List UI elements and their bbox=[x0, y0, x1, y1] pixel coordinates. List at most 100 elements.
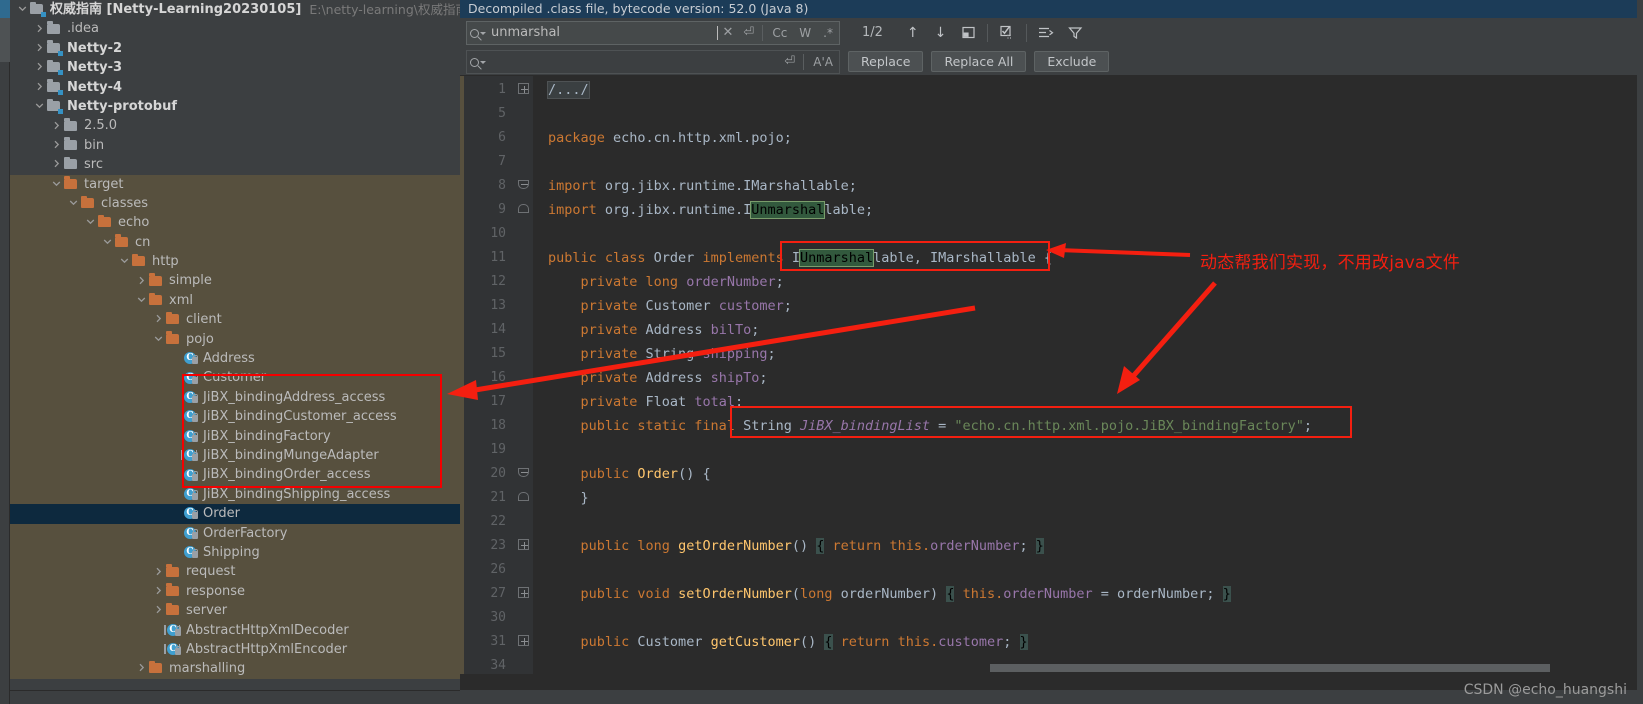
replace-input-wrapper[interactable]: ⏎ A'A bbox=[466, 49, 840, 74]
scrollbar-thumb[interactable] bbox=[990, 664, 1550, 672]
new-line-icon[interactable]: ⏎ bbox=[779, 54, 800, 69]
open-in-find-window-icon[interactable] bbox=[954, 25, 983, 40]
tree-row[interactable]: C JiBX_bindingMungeAdapter bbox=[10, 445, 460, 466]
tree-row[interactable]: C JiBX_bindingAddress_access bbox=[10, 387, 460, 408]
tree-row[interactable]: request bbox=[10, 562, 460, 582]
tree-row[interactable]: pojo bbox=[10, 329, 460, 350]
fold-region-end-icon[interactable] bbox=[518, 491, 531, 504]
code-editor[interactable]: 1 /.../ 5 6 package echo.cn.http.xml.pojo; 7 8… bbox=[460, 76, 1643, 674]
tool-window-stripe[interactable] bbox=[0, 0, 10, 704]
tree-row[interactable]: target bbox=[10, 174, 460, 194]
tree-row[interactable]: Netty-3 bbox=[10, 58, 460, 77]
tree-row[interactable]: C Address bbox=[10, 349, 460, 369]
tree-row[interactable]: Netty-2 bbox=[10, 39, 460, 58]
tree-row[interactable]: C JiBX_bindingCustomer_access bbox=[10, 407, 460, 427]
code-line[interactable]: 21 } bbox=[460, 486, 1643, 510]
horizontal-scrollbar[interactable] bbox=[533, 664, 1633, 672]
chevron-right-icon[interactable] bbox=[152, 601, 165, 620]
chevron-down-icon[interactable] bbox=[118, 252, 131, 271]
tree-row[interactable]: cn bbox=[10, 232, 460, 253]
tree-row[interactable]: C AbstractHttpXmlDecoder bbox=[10, 620, 460, 640]
replace-all-button[interactable]: Replace All bbox=[931, 51, 1027, 72]
chevron-down-icon[interactable] bbox=[101, 233, 114, 252]
chevron-right-icon[interactable] bbox=[152, 310, 165, 329]
exclude-button[interactable]: Exclude bbox=[1034, 51, 1110, 72]
search-icon[interactable] bbox=[467, 55, 489, 69]
code-line[interactable]: 11 public class Order implements IUnmarsh… bbox=[460, 246, 1643, 270]
chevron-right-icon[interactable] bbox=[50, 136, 63, 155]
code-line[interactable]: 20 public Order() { bbox=[460, 462, 1643, 486]
tree-row[interactable]: C JiBX_bindingFactory bbox=[10, 426, 460, 446]
code-line[interactable]: 22 bbox=[460, 510, 1643, 534]
chevron-right-icon[interactable] bbox=[33, 20, 46, 39]
chevron-right-icon[interactable] bbox=[50, 155, 63, 174]
fold-expand-icon[interactable] bbox=[518, 635, 531, 648]
search-input[interactable]: unmarshal bbox=[489, 25, 717, 40]
chevron-down-icon[interactable] bbox=[84, 213, 97, 232]
chevron-right-icon[interactable] bbox=[33, 78, 46, 97]
chevron-right-icon[interactable] bbox=[33, 39, 46, 58]
chevron-right-icon[interactable] bbox=[50, 117, 63, 136]
code-line[interactable]: 1 /.../ bbox=[460, 78, 1643, 102]
search-icon[interactable] bbox=[467, 26, 489, 40]
fold-expand-icon[interactable] bbox=[518, 587, 531, 600]
code-line[interactable]: 31 public Customer getCustomer() { retur… bbox=[460, 630, 1643, 654]
code-line[interactable]: 17 private Float total; bbox=[460, 390, 1643, 414]
chevron-down-icon[interactable] bbox=[152, 330, 165, 349]
tree-row[interactable]: Netty-protobuf bbox=[10, 97, 460, 116]
words-toggle[interactable]: W bbox=[793, 22, 817, 44]
fold-collapse-icon[interactable] bbox=[518, 467, 531, 480]
code-line[interactable]: 9 import org.jibx.runtime.IUnmarshallable… bbox=[460, 198, 1643, 222]
chevron-right-icon[interactable] bbox=[135, 659, 148, 678]
code-line[interactable]: 6 package echo.cn.http.xml.pojo; bbox=[460, 126, 1643, 150]
chevron-right-icon[interactable] bbox=[135, 272, 148, 291]
replace-button[interactable]: Replace bbox=[848, 51, 924, 72]
code-line[interactable]: 15 private String shipping; bbox=[460, 342, 1643, 366]
code-line[interactable]: 19 bbox=[460, 438, 1643, 462]
fold-expand-icon[interactable] bbox=[518, 539, 531, 552]
tree-row[interactable]: echo bbox=[10, 213, 460, 233]
search-input-wrapper[interactable]: unmarshal ✕ ⏎ Cc W .* bbox=[466, 20, 840, 45]
next-match-icon[interactable]: ↓ bbox=[927, 25, 955, 41]
code-line[interactable]: 5 bbox=[460, 102, 1643, 126]
chevron-right-icon[interactable] bbox=[152, 563, 165, 582]
filter-icon[interactable] bbox=[1061, 26, 1090, 40]
code-line[interactable]: 10 bbox=[460, 222, 1643, 246]
tree-row[interactable]: Netty-4 bbox=[10, 78, 460, 97]
code-line[interactable]: 16 private Address shipTo; bbox=[460, 366, 1643, 390]
prev-match-icon[interactable]: ↑ bbox=[899, 25, 927, 41]
tree-row[interactable]: C JiBX_bindingOrder_access bbox=[10, 465, 460, 485]
code-line[interactable]: 14 private Address bilTo; bbox=[460, 318, 1643, 342]
code-line[interactable]: 13 private Customer customer; bbox=[460, 294, 1643, 318]
tree-row[interactable]: classes bbox=[10, 193, 460, 214]
tree-row[interactable]: simple bbox=[10, 271, 460, 291]
tree-row[interactable]: C Order bbox=[10, 504, 460, 524]
tree-row[interactable]: marshalling bbox=[10, 659, 460, 679]
close-icon[interactable]: ✕ bbox=[718, 25, 739, 40]
tree-row[interactable]: response bbox=[10, 581, 460, 602]
chevron-down-icon[interactable] bbox=[67, 194, 80, 213]
tree-row[interactable]: C AbstractHttpXmlEncoder bbox=[10, 639, 460, 660]
chevron-down-icon[interactable] bbox=[33, 97, 46, 116]
code-line[interactable]: 18 public static final String JiBX_bindi… bbox=[460, 414, 1643, 438]
project-tab-stripe-active[interactable] bbox=[0, 0, 10, 18]
code-line[interactable]: 27 public void setOrderNumber(long order… bbox=[460, 582, 1643, 606]
chevron-down-icon[interactable] bbox=[50, 175, 63, 194]
tree-row[interactable]: xml bbox=[10, 290, 460, 311]
select-all-occurrences-icon[interactable] bbox=[992, 25, 1022, 40]
fold-region-end-icon[interactable] bbox=[518, 203, 531, 216]
tree-row[interactable]: src bbox=[10, 155, 460, 174]
filter-scope-icon[interactable] bbox=[1031, 26, 1061, 40]
chevron-right-icon[interactable] bbox=[152, 582, 165, 601]
chevron-down-icon[interactable] bbox=[135, 291, 148, 310]
project-tree[interactable]: 权威指南 [Netty-Learning20230105] E:\netty-le… bbox=[10, 0, 460, 704]
fold-collapse-icon[interactable] bbox=[518, 179, 531, 192]
tree-row[interactable]: C Shipping bbox=[10, 542, 460, 563]
code-line[interactable]: 23 public long getOrderNumber() { return… bbox=[460, 534, 1643, 558]
tree-row[interactable]: .idea bbox=[10, 19, 460, 38]
tree-row[interactable]: 2.5.0 bbox=[10, 116, 460, 135]
preserve-case-toggle[interactable]: A'A bbox=[807, 51, 839, 73]
tree-row[interactable]: 权威指南 [Netty-Learning20230105] E:\netty-le… bbox=[10, 0, 460, 19]
tree-row[interactable]: bin bbox=[10, 136, 460, 155]
new-line-icon[interactable]: ⏎ bbox=[738, 25, 759, 40]
